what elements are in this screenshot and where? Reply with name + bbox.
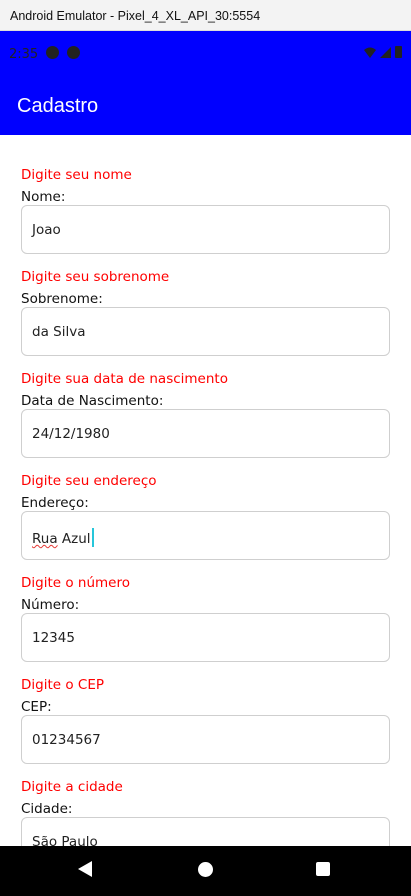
spellcheck-word: Rua (32, 531, 58, 547)
data-nascimento-input[interactable]: 24/12/1980 (21, 409, 390, 458)
recents-icon[interactable] (316, 862, 330, 876)
back-icon[interactable] (78, 861, 92, 877)
notification-icon (46, 46, 59, 59)
input-value-rest: Azul (57, 531, 91, 547)
field-label: Número: (21, 597, 80, 613)
sync-icon (67, 46, 80, 59)
field-hint: Digite seu nome (21, 167, 132, 183)
input-value: 12345 (32, 630, 75, 646)
input-value: Joao (32, 222, 61, 238)
field-hint: Digite o número (21, 575, 130, 591)
nome-input[interactable]: Joao (21, 205, 390, 254)
numero-input[interactable]: 12345 (21, 613, 390, 662)
input-value: Rua Azul (32, 528, 94, 547)
window-title: Android Emulator - Pixel_4_XL_API_30:555… (10, 9, 261, 23)
field-hint: Digite seu sobrenome (21, 269, 170, 285)
field-hint: Digite a cidade (21, 779, 123, 795)
field-hint: Digite sua data de nascimento (21, 371, 228, 387)
field-label: Data de Nascimento: (21, 393, 164, 409)
field-label: Cidade: (21, 801, 73, 817)
page-title: Cadastro (17, 95, 99, 117)
text-cursor (91, 528, 94, 547)
input-value: 24/12/1980 (32, 426, 110, 442)
status-icons (364, 46, 402, 58)
field-label: CEP: (21, 699, 52, 715)
field-hint: Digite seu endereço (21, 473, 157, 489)
home-icon[interactable] (198, 862, 213, 877)
cidade-input[interactable]: São Paulo (21, 817, 390, 846)
status-bar: 2:35 (0, 31, 411, 79)
status-time: 2:35 (9, 47, 39, 62)
field-label: Nome: (21, 189, 66, 205)
field-label: Endereço: (21, 495, 89, 511)
battery-icon (395, 46, 402, 58)
app-bar: Cadastro (0, 79, 411, 135)
field-label: Sobrenome: (21, 291, 103, 307)
registration-form[interactable]: Digite seu nome Nome: Joao Digite seu so… (0, 135, 411, 846)
input-value: 01234567 (32, 732, 101, 748)
navigation-bar (0, 846, 411, 896)
cep-input[interactable]: 01234567 (21, 715, 390, 764)
window-title-bar: Android Emulator - Pixel_4_XL_API_30:555… (0, 0, 411, 31)
sobrenome-input[interactable]: da Silva (21, 307, 390, 356)
field-hint: Digite o CEP (21, 677, 105, 693)
signal-icon (380, 46, 391, 58)
wifi-icon (364, 47, 376, 58)
input-value: São Paulo (32, 834, 98, 846)
endereco-input[interactable]: Rua Azul (21, 511, 390, 560)
input-value: da Silva (32, 324, 86, 340)
